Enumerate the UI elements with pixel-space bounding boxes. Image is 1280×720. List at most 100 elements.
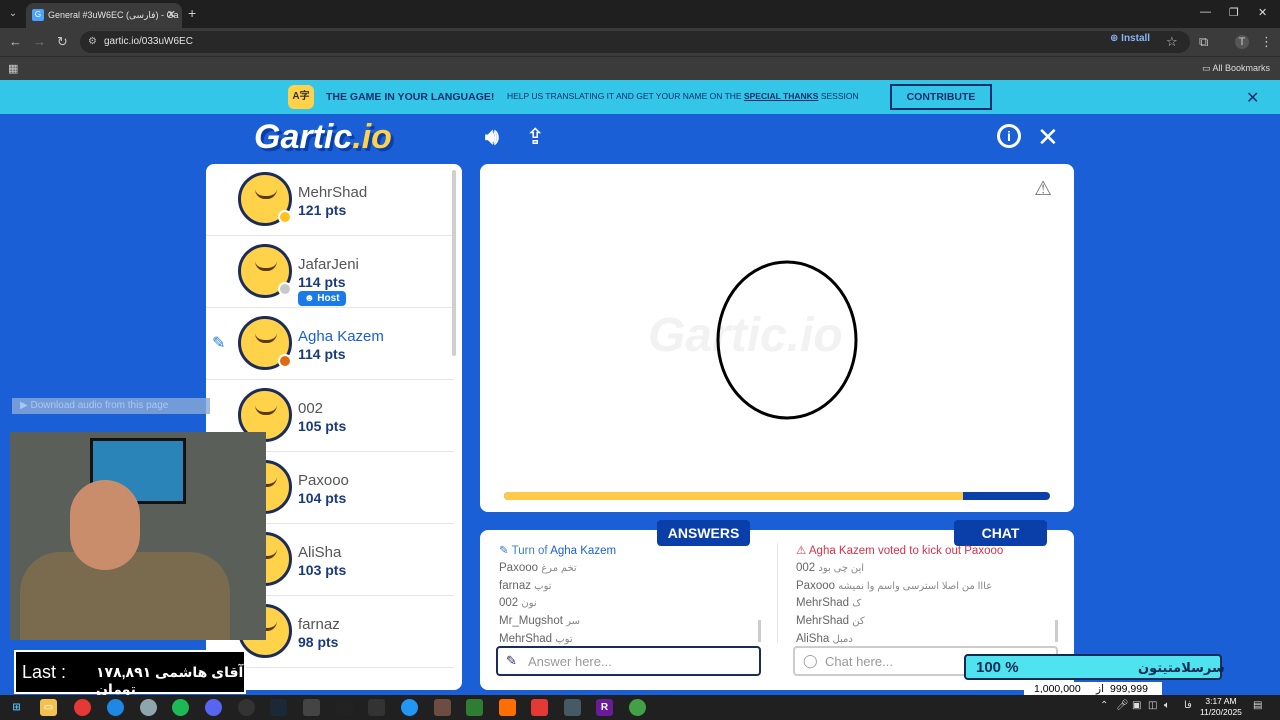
browser-tabbar: ⌄ G General #3uW6EC (فارسی) - Ga ✕ + — ❐… bbox=[0, 0, 1280, 28]
browser-menu-icon[interactable]: ⋮ bbox=[1260, 34, 1273, 50]
banner-text: HELP US TRANSLATING IT AND GET YOUR NAME… bbox=[507, 91, 859, 101]
tray-app-icon[interactable]: ▣ bbox=[1132, 700, 1141, 711]
feed-text: دمبل bbox=[832, 633, 853, 645]
turn-notice: ✎ Turn of Agha Kazem bbox=[499, 545, 617, 557]
file-explorer-icon[interactable]: ▭ bbox=[40, 699, 57, 716]
bookmarks-bar: ▦ ▭ All Bookmarks bbox=[0, 56, 1280, 80]
contribute-button[interactable]: CONTRIBUTE bbox=[890, 84, 992, 110]
notification-icon[interactable]: ▤ bbox=[1253, 700, 1262, 711]
player-row[interactable]: Agha Kazem 114 pts bbox=[206, 308, 454, 380]
chrome-active-icon[interactable] bbox=[629, 699, 646, 716]
address-bar[interactable]: ⚙ gartic.io/033uW6EC bbox=[80, 31, 1190, 53]
sound-icon[interactable]: 🔊︎ bbox=[485, 124, 499, 150]
browser-toolbar: ← → ↻ ⚙ gartic.io/033uW6EC ⊕ Install ☆ ⧉… bbox=[0, 28, 1280, 56]
chat-scrollbar[interactable] bbox=[1055, 620, 1058, 642]
spotify-icon[interactable] bbox=[172, 699, 189, 716]
app-icon-8[interactable] bbox=[564, 699, 581, 716]
tab-close-icon[interactable]: ✕ bbox=[167, 8, 176, 21]
donation-value: آقای هاشمی ۱۷۸,۸۹۱ تومان bbox=[96, 664, 244, 697]
feed-line: 002 این چی بود bbox=[796, 560, 1066, 578]
new-tab-button[interactable]: + bbox=[188, 5, 196, 21]
feed-user: Paxooo bbox=[499, 561, 542, 574]
chrome-icon[interactable] bbox=[74, 699, 91, 716]
feed-text: سر bbox=[566, 616, 581, 628]
volume-icon[interactable]: 🔈︎ bbox=[1164, 700, 1170, 711]
banner-close-icon[interactable]: ✕ bbox=[1246, 88, 1259, 108]
round-timer-fill bbox=[504, 492, 963, 500]
special-thanks-link[interactable]: SPECIAL THANKS bbox=[744, 91, 818, 101]
player-row[interactable]: JafarJeni 114 pts ☻ Host bbox=[206, 236, 454, 308]
app-icon-7[interactable] bbox=[531, 699, 548, 716]
player-status-dot bbox=[278, 282, 292, 296]
exit-icon[interactable]: ✕ bbox=[1037, 122, 1059, 153]
report-warning-icon[interactable]: ⚠ bbox=[1034, 176, 1052, 201]
app-icon-4[interactable] bbox=[368, 699, 385, 716]
chat-feed: ⚠ Agha Kazem voted to kick out Paxooo 00… bbox=[796, 543, 1066, 649]
download-audio-bar[interactable]: ▶ Download audio from this page bbox=[12, 398, 210, 414]
app-icon[interactable] bbox=[140, 699, 157, 716]
vscode-icon[interactable] bbox=[401, 699, 418, 716]
player-row[interactable]: MehrShad 121 pts bbox=[206, 164, 454, 236]
player-points: 114 pts bbox=[298, 274, 346, 290]
answer-input[interactable]: ✎ Answer here... bbox=[496, 646, 761, 676]
back-icon[interactable]: ← bbox=[9, 34, 22, 49]
profile-avatar[interactable]: T bbox=[1235, 35, 1249, 49]
goal-target: 1,000,000 bbox=[1034, 683, 1081, 695]
player-status-dot bbox=[278, 210, 292, 224]
feed-user: 002 bbox=[796, 561, 819, 574]
restore-icon[interactable]: ❐ bbox=[1229, 6, 1239, 19]
info-icon[interactable]: i bbox=[997, 124, 1021, 148]
app-icon-3[interactable] bbox=[336, 699, 353, 716]
extensions-icon[interactable]: ⧉ bbox=[1199, 34, 1208, 50]
obs-icon[interactable] bbox=[238, 699, 255, 716]
tab-search-icon[interactable]: ⌄ bbox=[4, 5, 22, 23]
players-scrollbar[interactable] bbox=[452, 170, 456, 356]
app-icon-6[interactable] bbox=[499, 699, 516, 716]
player-name: JafarJeni bbox=[298, 256, 359, 273]
install-button[interactable]: ⊕ Install bbox=[1110, 33, 1150, 44]
answers-scrollbar[interactable] bbox=[758, 620, 761, 642]
bookmark-star-icon[interactable]: ☆ bbox=[1166, 34, 1178, 50]
webcam-feed bbox=[10, 432, 266, 640]
goal-of: از bbox=[1096, 683, 1104, 695]
feed-line: Paxooo تخم مرغ bbox=[499, 560, 769, 578]
app-icon-9[interactable]: R bbox=[596, 699, 613, 716]
donation-label: Last : bbox=[22, 662, 67, 682]
player-status-dot bbox=[278, 354, 292, 368]
all-bookmarks-link[interactable]: ▭ All Bookmarks bbox=[1202, 63, 1270, 74]
donation-goal-bar: 100 % سرسلامتیتون bbox=[964, 654, 1225, 680]
chat-placeholder: Chat here... bbox=[825, 654, 893, 669]
app-icon-2[interactable] bbox=[303, 699, 320, 716]
discord-icon[interactable] bbox=[205, 699, 222, 716]
apps-grid-icon[interactable]: ▦ bbox=[8, 62, 18, 75]
goal-percent: 100 % bbox=[976, 659, 1019, 676]
goal-numbers: 1,000,000 از 999,999 bbox=[1024, 682, 1162, 696]
start-icon[interactable]: ⊞ bbox=[8, 699, 25, 716]
window-close-icon[interactable]: ✕ bbox=[1258, 6, 1267, 19]
feed-line: MehrShad ک bbox=[796, 595, 1066, 613]
browser-tab-active[interactable]: G General #3uW6EC (فارسی) - Ga ✕ bbox=[26, 3, 182, 28]
forward-icon[interactable]: → bbox=[33, 34, 46, 49]
feed-text: تخم مرغ bbox=[541, 562, 577, 574]
app-icon-5[interactable] bbox=[466, 699, 483, 716]
tray-chevron-icon[interactable]: ⌃ bbox=[1100, 700, 1108, 711]
player-name: AliSha bbox=[298, 544, 342, 561]
feed-text: نون bbox=[521, 598, 537, 610]
tab-title: General #3uW6EC (فارسی) - Ga bbox=[48, 10, 179, 20]
goal-name: سرسلامتیتون bbox=[1138, 660, 1225, 675]
mic-icon[interactable]: 🎤︎ bbox=[1116, 700, 1129, 711]
site-info-icon[interactable]: ⚙ bbox=[88, 36, 97, 47]
minecraft-icon[interactable] bbox=[434, 699, 451, 716]
feed-text: ک bbox=[852, 598, 862, 610]
network-icon[interactable]: ◫ bbox=[1148, 700, 1157, 711]
drawing-canvas[interactable]: Gartic.io ⚠ bbox=[480, 164, 1074, 512]
language-indicator[interactable]: فا bbox=[1184, 700, 1192, 711]
steam-icon[interactable] bbox=[270, 699, 287, 716]
minimize-icon[interactable]: — bbox=[1200, 6, 1211, 18]
reload-icon[interactable]: ↻ bbox=[57, 34, 68, 50]
player-points: 98 pts bbox=[298, 634, 339, 650]
avatar-smile-icon bbox=[255, 261, 277, 271]
edge-icon[interactable] bbox=[107, 699, 124, 716]
share-icon[interactable]: ⇪ bbox=[526, 124, 544, 150]
clock[interactable]: 3:17 AM 11/20/2025 bbox=[1200, 696, 1242, 718]
